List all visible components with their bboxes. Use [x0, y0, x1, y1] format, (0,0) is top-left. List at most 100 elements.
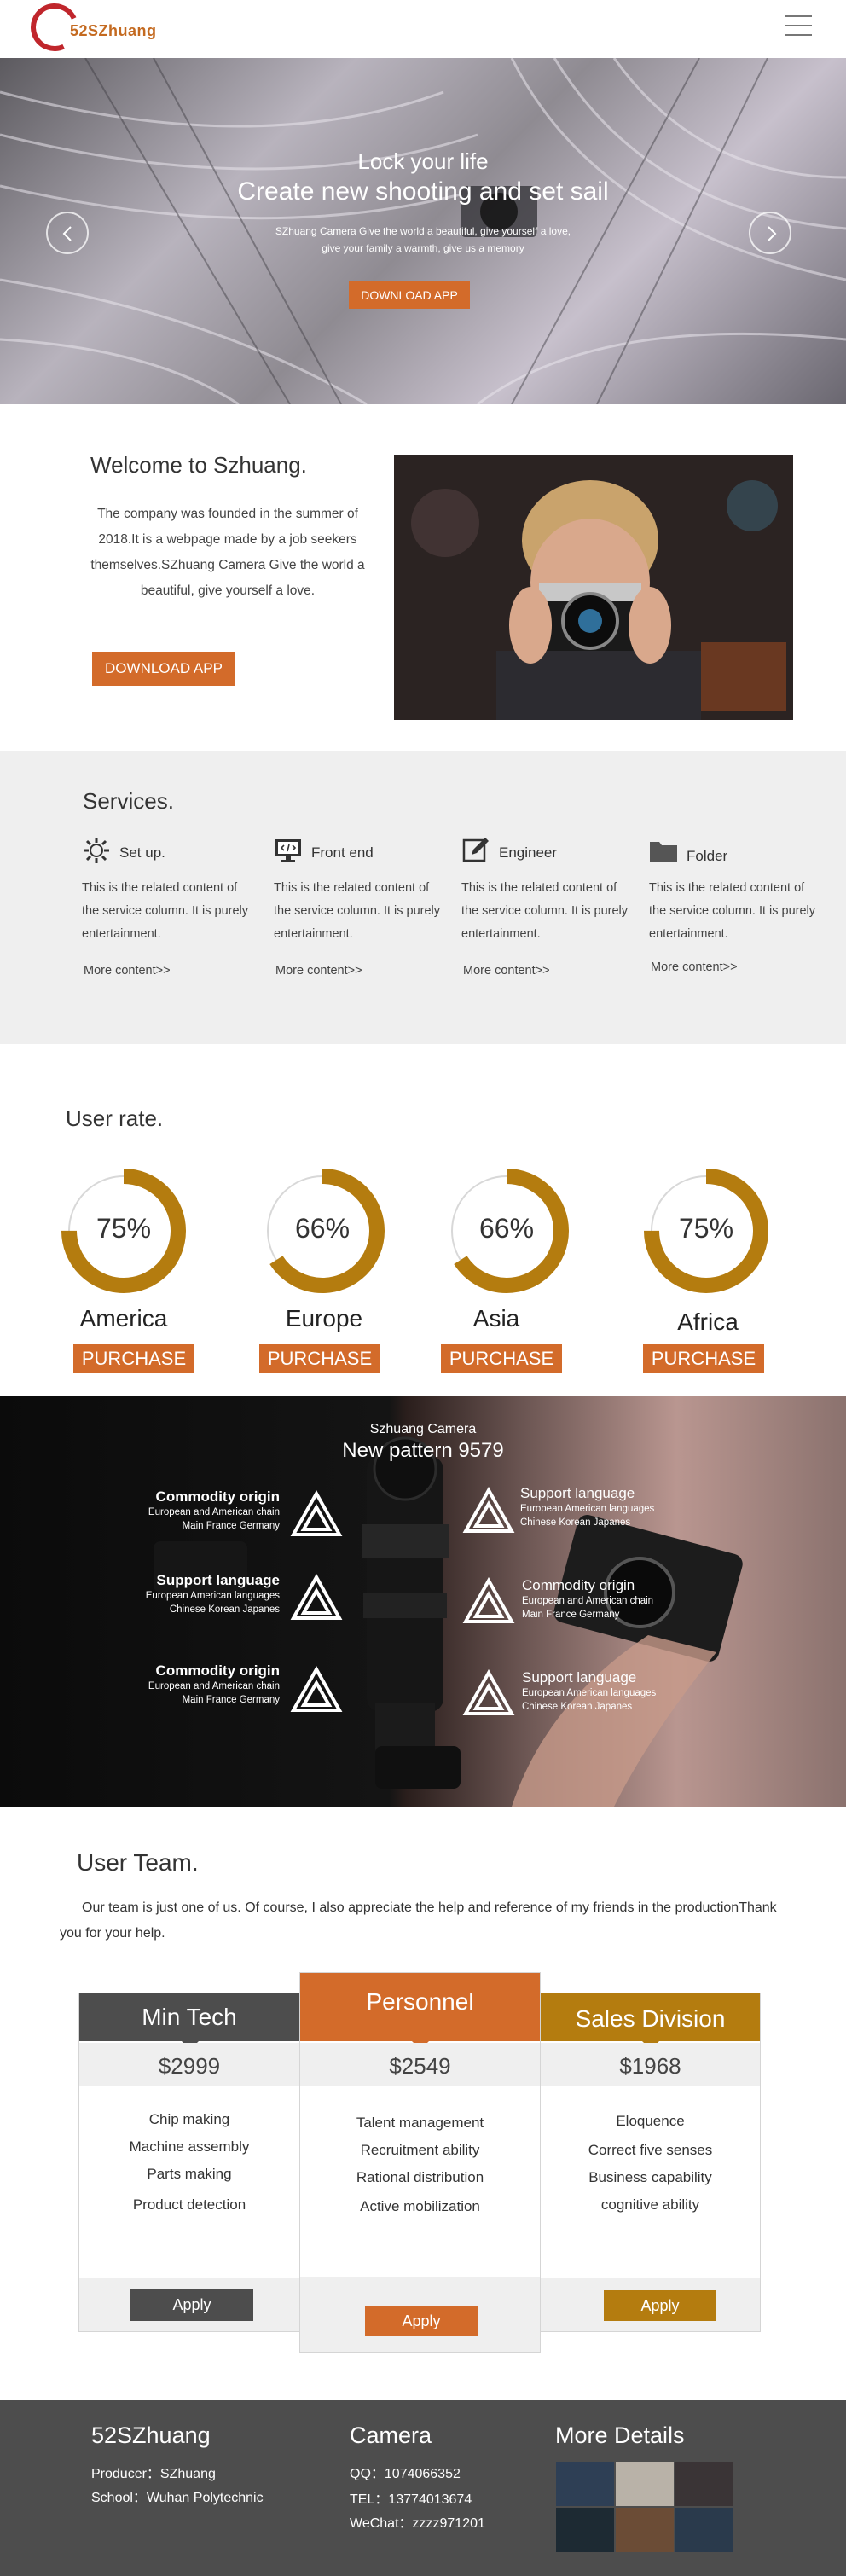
feature-line: Chinese Korean Japanes: [520, 1517, 631, 1528]
feature-heading: Support language: [156, 1572, 281, 1588]
plan-price: $2999: [158, 2053, 221, 2079]
feature-left-1: Commodity origin European and American c…: [84, 1488, 280, 1533]
user-team-title: User Team.: [77, 1849, 199, 1876]
edit-icon: [462, 838, 489, 862]
photographer-image: [394, 455, 793, 720]
footer-producer: Producer：SZhuang: [91, 2467, 216, 2481]
purchase-button[interactable]: PURCHASE: [643, 1344, 764, 1373]
plan-feature: Product detection: [132, 2196, 246, 2213]
plan-feature: Parts making: [147, 2166, 232, 2182]
service-name: Engineer: [499, 844, 558, 861]
services-section: Services. Set up. This is the related co…: [0, 751, 846, 1044]
plan-feature: Correct five senses: [588, 2142, 713, 2158]
user-team-text: Our team is just one of us. Of course, I…: [60, 1900, 777, 1941]
thumbnail-image[interactable]: [675, 2508, 733, 2552]
feature-heading: Commodity origin: [522, 1577, 635, 1593]
feature-line: Main France Germany: [522, 1610, 620, 1620]
footer-thumbnail-grid: [556, 2462, 733, 2552]
plan-card-personnel: Personnel $2549 Talent management Recrui…: [299, 1972, 541, 2353]
plan-feature: Eloquence: [616, 2113, 685, 2129]
footer-wechat: WeChat：zzzz971201: [350, 2516, 485, 2531]
feature-line: European American languages: [522, 1688, 657, 1698]
rate-gauge: 75%: [60, 1167, 188, 1295]
site-logo[interactable]: 52SZhuang: [24, 0, 201, 58]
plan-price: $1968: [619, 2053, 681, 2079]
hero-tagline: Lock your life: [357, 148, 489, 174]
service-more-link[interactable]: More content>>: [275, 964, 362, 978]
plan-feature: Chip making: [148, 2111, 230, 2127]
purchase-button[interactable]: PURCHASE: [259, 1344, 380, 1373]
feature-line: Main France Germany: [182, 1695, 280, 1705]
thumbnail-image[interactable]: [556, 2508, 614, 2552]
service-name: Set up.: [119, 844, 165, 861]
rate-gauge: 75%: [642, 1167, 770, 1295]
region-label: Europe: [285, 1305, 363, 1332]
service-description: This is the related content of the servi…: [649, 881, 816, 941]
service-card-folder: Folder This is the related content of th…: [649, 836, 820, 974]
triangle-icon: [462, 1577, 515, 1623]
carousel-prev-button[interactable]: [46, 212, 89, 254]
plan-name: Personnel: [300, 1973, 540, 2041]
apply-button[interactable]: Apply: [604, 2290, 716, 2321]
plan-feature: cognitive ability: [600, 2196, 700, 2213]
services-title: Services.: [83, 788, 174, 814]
footer-qq: QQ：1074066352: [350, 2467, 461, 2481]
hamburger-menu-icon[interactable]: [785, 12, 812, 39]
apply-button[interactable]: Apply: [365, 2306, 478, 2336]
feature-line: European and American chain: [148, 1681, 280, 1691]
rate-gauge: 66%: [443, 1167, 571, 1295]
service-description: This is the related content of the servi…: [461, 881, 629, 941]
gear-icon: [84, 838, 109, 863]
footer-brand-title: 52SZhuang: [91, 2422, 211, 2448]
service-more-link[interactable]: More content>>: [651, 960, 738, 974]
service-more-link[interactable]: More content>>: [463, 964, 550, 978]
feature-line: European and American chain: [148, 1507, 280, 1517]
purchase-button[interactable]: PURCHASE: [441, 1344, 562, 1373]
service-more-link[interactable]: More content>>: [84, 964, 171, 978]
footer-tel: TEL：13774013674: [350, 2492, 472, 2507]
folder-icon: [650, 842, 677, 862]
triangle-icon: [462, 1487, 515, 1533]
plan-price: $2549: [389, 2053, 451, 2079]
region-label: Asia: [472, 1305, 520, 1332]
feature-heading: Support language: [522, 1669, 637, 1685]
apply-button[interactable]: Apply: [130, 2289, 253, 2321]
feature-line: Chinese Korean Japanes: [522, 1702, 633, 1712]
feature-line: European American languages: [520, 1504, 655, 1514]
thumbnail-image[interactable]: [556, 2462, 614, 2506]
thumbnail-image[interactable]: [675, 2462, 733, 2506]
service-description: This is the related content of the servi…: [82, 881, 249, 941]
plan-card-min-tech: Min Tech $2999 Chip making Machine assem…: [78, 1993, 300, 2332]
product-title: New pattern 9579: [342, 1439, 504, 1462]
thumbnail-image[interactable]: [616, 2462, 674, 2506]
footer-camera-title: Camera: [350, 2422, 432, 2448]
feature-line: Chinese Korean Japanes: [169, 1604, 280, 1615]
region-label: Africa: [677, 1308, 739, 1335]
feature-right-1: Support language European American langu…: [520, 1485, 716, 1529]
plan-name: Min Tech: [79, 1993, 299, 2041]
feature-left-3: Commodity origin European and American c…: [84, 1662, 280, 1707]
plan-feature: Business capability: [588, 2169, 712, 2185]
service-card-setup: Set up. This is the related content of t…: [82, 836, 252, 978]
triangle-icon: [290, 1490, 343, 1536]
hero-banner: Lock your life Create new shooting and s…: [0, 58, 846, 404]
purchase-button[interactable]: PURCHASE: [73, 1344, 194, 1373]
hero-description-line-2: give your family a warmth, give us a mem…: [322, 242, 524, 254]
plan-feature: Active mobilization: [360, 2198, 480, 2214]
site-footer: 52SZhuang Producer：SZhuang School：Wuhan …: [0, 2400, 846, 2576]
feature-left-2: Support language European American langu…: [84, 1572, 280, 1616]
feature-line: Main France Germany: [182, 1521, 280, 1531]
feature-line: European American languages: [145, 1591, 280, 1601]
thumbnail-image[interactable]: [616, 2508, 674, 2552]
triangle-icon: [290, 1574, 343, 1620]
site-header: 52SZhuang: [0, 0, 846, 58]
hero-title: Create new shooting and set sail: [237, 177, 609, 206]
hero-download-button[interactable]: DOWNLOAD APP: [349, 281, 470, 309]
plan-feature: Machine assembly: [129, 2138, 250, 2155]
service-name: Front end: [311, 844, 374, 861]
product-showcase: Szhuang Camera New pattern 9579 Commodit…: [0, 1396, 846, 1807]
carousel-next-button[interactable]: [749, 212, 791, 254]
user-rate-title: User rate.: [66, 1105, 164, 1131]
welcome-download-button[interactable]: DOWNLOAD APP: [92, 652, 235, 686]
chevron-right-icon: [768, 226, 777, 241]
